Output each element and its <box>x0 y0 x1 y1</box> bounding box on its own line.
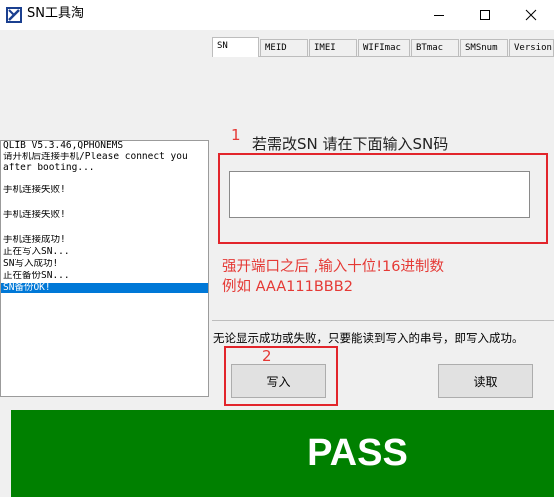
app-icon <box>6 7 22 23</box>
write-button[interactable]: 写入 <box>231 364 326 398</box>
maximize-button[interactable] <box>462 0 508 30</box>
hint-line-1: 强开端口之后 ,输入十位!16进制数 <box>222 259 444 275</box>
title-bar: SN工具淘 <box>0 0 554 30</box>
log-line: SN写入成功! <box>3 259 59 269</box>
section-divider <box>212 320 554 321</box>
log-line: 手机连接成功! <box>3 235 66 245</box>
log-panel[interactable]: QLIB V5.3.46,QPHONEMS 请开机后连接手机/Please co… <box>0 140 209 397</box>
log-line: QLIB V5.3.46,QPHONEMS <box>3 141 124 151</box>
tab-meid[interactable]: MEID <box>260 39 308 56</box>
window-title: SN工具淘 <box>27 6 84 21</box>
result-banner: PASS <box>11 410 554 497</box>
minimize-button[interactable] <box>416 0 462 30</box>
tab-sn[interactable]: SN <box>212 37 259 57</box>
log-line: 正在写入SN... <box>3 247 70 257</box>
close-button[interactable] <box>508 0 554 30</box>
tab-imei[interactable]: IMEI <box>309 39 357 56</box>
write-note: 无论显示成功或失败，只要能读到写入的串号，即写入成功。 <box>213 331 524 345</box>
tab-btmac[interactable]: BTmac <box>411 39 459 56</box>
minimize-icon <box>434 15 444 16</box>
log-line: after booting... <box>3 163 95 173</box>
log-line: 手机连接失败! <box>3 210 66 220</box>
tab-smsnum[interactable]: SMSnum <box>460 39 508 56</box>
step-1-marker: 1 <box>231 126 241 144</box>
tab-bar: SN MEID IMEI WIFImac BTmac SMSnum Versio… <box>212 37 554 57</box>
hint-line-2: 例如 AAA111BBB2 <box>222 279 353 295</box>
log-line: 正在备份SN... <box>3 271 70 281</box>
maximize-icon <box>480 10 490 20</box>
read-button[interactable]: 读取 <box>438 364 533 398</box>
log-line-selected[interactable]: SN备份OK! <box>1 283 208 293</box>
sn-input[interactable] <box>229 171 530 218</box>
tab-version[interactable]: Version <box>509 39 554 56</box>
log-line: 请开机后连接手机/Please connect you <box>3 152 188 162</box>
close-icon <box>525 9 537 21</box>
log-line: 手机连接失败! <box>3 185 66 195</box>
tab-wifimac[interactable]: WIFImac <box>358 39 410 56</box>
sn-prompt: 若需改SN 请在下面输入SN码 <box>252 135 449 153</box>
